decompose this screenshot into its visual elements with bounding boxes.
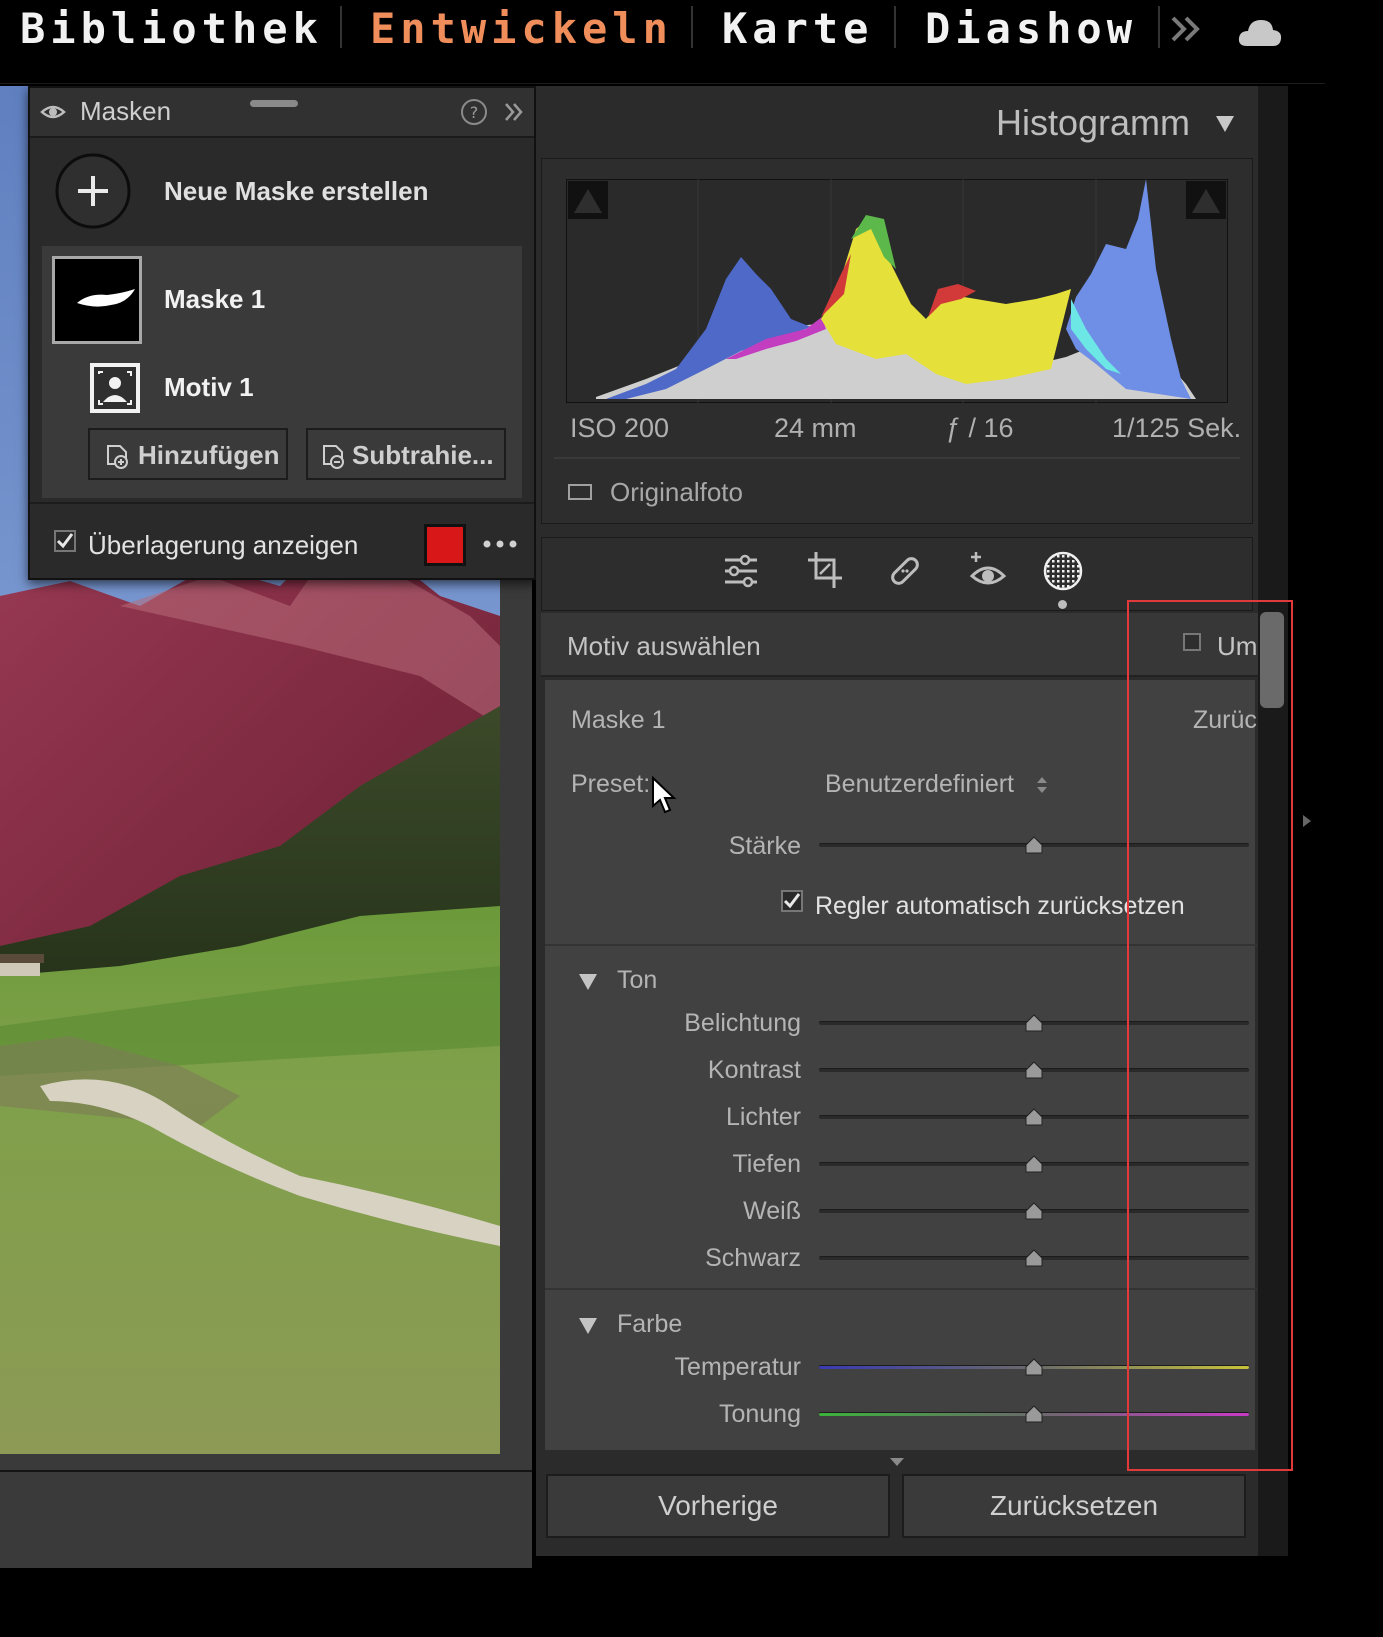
bottom-toolbar (0, 1470, 532, 1568)
collapse-triangle-icon[interactable] (1214, 114, 1236, 134)
mask-preview (77, 289, 135, 307)
exif-aperture: ƒ / 16 (946, 413, 1014, 443)
healing-icon[interactable] (886, 552, 924, 590)
mask-component-name[interactable]: Motiv 1 (164, 372, 254, 403)
color-section-title[interactable]: Farbe (617, 1310, 682, 1339)
temperatur-slider-thumb[interactable] (1025, 1358, 1043, 1376)
svg-text:?: ? (470, 103, 479, 122)
edit-sliders-icon[interactable] (722, 552, 760, 590)
exif-shutter: 1/125 Sek. (1112, 413, 1242, 443)
subtract-region-icon (323, 445, 344, 469)
histogram-title[interactable]: Histogramm (996, 102, 1190, 144)
lichter-slider-thumb[interactable] (1025, 1108, 1043, 1126)
divider (554, 457, 1240, 459)
cloud-icon[interactable] (1237, 14, 1283, 48)
masks-panel-header: Masken ? (30, 88, 534, 138)
collapse-panel-icon[interactable] (504, 102, 524, 122)
masks-panel: Masken ? Neue Maske erstellen Maske 1 Mo… (28, 86, 536, 580)
more-options-icon[interactable] (482, 538, 518, 550)
overlay-label[interactable]: Überlagerung anzeigen (88, 530, 358, 561)
auto-reset-checkbox[interactable] (781, 890, 803, 912)
overlay-checkbox[interactable] (54, 530, 76, 552)
mouse-cursor-icon (652, 776, 677, 814)
highlight-annotation (1127, 600, 1293, 1471)
preset-value[interactable]: Benutzerdefiniert (825, 770, 1014, 799)
select-subject-title: Motiv auswählen (567, 631, 761, 661)
mask-thumbnail[interactable] (52, 256, 142, 344)
lichter-label: Lichter (725, 1103, 801, 1131)
module-separator (894, 6, 896, 48)
belichtung-slider-thumb[interactable] (1025, 1014, 1043, 1032)
overlay-color-swatch[interactable] (424, 524, 466, 566)
module-picker: Bibliothek Entwickeln Karte Diashow (0, 0, 1325, 84)
kontrast-label: Kontrast (707, 1056, 801, 1084)
tiefen-label: Tiefen (732, 1150, 801, 1178)
divider (30, 502, 534, 504)
exif-iso: ISO 200 (570, 413, 670, 443)
add-to-mask-label: Hinzufügen (138, 440, 280, 470)
subtract-from-mask-button[interactable]: Subtrahie... (306, 428, 506, 480)
previous-button[interactable]: Vorherige (546, 1474, 890, 1538)
module-library[interactable]: Bibliothek (20, 4, 323, 53)
masks-panel-title: Masken (80, 96, 172, 126)
module-separator (691, 6, 693, 48)
temperatur-label: Temperatur (674, 1353, 801, 1381)
add-mask-icon[interactable] (54, 152, 132, 230)
module-separator (340, 6, 342, 48)
eye-icon[interactable] (40, 102, 66, 122)
module-develop[interactable]: Entwickeln (370, 4, 673, 53)
wei--slider-thumb[interactable] (1025, 1202, 1043, 1220)
lightroom-window: { "modules": [ {"label": "Bibliothek", "… (0, 0, 1325, 1568)
belichtung-label: Belichtung (684, 1009, 801, 1037)
help-icon[interactable]: ? (460, 98, 488, 126)
tiefen-slider-thumb[interactable] (1025, 1155, 1043, 1173)
mask-name[interactable]: Maske 1 (164, 284, 265, 315)
red-eye-icon[interactable] (968, 550, 1008, 590)
mask-list: Maske 1 Motiv 1 Hinzufügen Subtrahie... (42, 246, 522, 498)
module-slideshow[interactable]: Diashow (925, 4, 1137, 53)
new-mask-label[interactable]: Neue Maske erstellen (164, 176, 428, 207)
tone-collapse-icon[interactable] (577, 972, 599, 992)
reset-button[interactable]: Zurücksetzen (902, 1474, 1246, 1538)
preset-label: Preset: (571, 770, 651, 798)
scroll-down-indicator (890, 1458, 904, 1466)
color-collapse-icon[interactable] (577, 1316, 599, 1336)
kontrast-slider-thumb[interactable] (1025, 1061, 1043, 1079)
histogram[interactable] (566, 179, 1228, 403)
tonung-label: Tonung (718, 1400, 801, 1428)
active-tool-indicator (1058, 600, 1067, 609)
schwarz-label: Schwarz (705, 1244, 801, 1272)
schwarz-slider-thumb[interactable] (1025, 1249, 1043, 1267)
more-modules-icon[interactable] (1170, 14, 1204, 44)
original-photo-label[interactable]: Originalfoto (610, 477, 743, 508)
crop-icon[interactable] (806, 550, 844, 590)
histogram-panel: ISO 200 24 mm ƒ / 16 1/125 Sek. Original… (541, 158, 1253, 524)
original-photo-icon[interactable] (568, 483, 594, 503)
drag-handle[interactable] (250, 100, 298, 107)
masking-icon[interactable] (1042, 550, 1084, 592)
add-region-icon (107, 445, 128, 469)
tone-section-title[interactable]: Ton (617, 966, 657, 995)
module-map[interactable]: Karte (722, 4, 873, 53)
expand-right-icon[interactable] (1300, 812, 1314, 830)
tonung-slider-thumb[interactable] (1025, 1405, 1043, 1423)
module-separator (1158, 6, 1160, 48)
add-to-mask-button[interactable]: Hinzufügen (88, 428, 288, 480)
select-arrows-icon (1037, 777, 1047, 793)
subject-icon[interactable] (89, 362, 141, 414)
exif-focal-length: 24 mm (774, 413, 857, 443)
wei--label: Weiß (743, 1197, 801, 1225)
strength-slider-thumb[interactable] (1025, 836, 1043, 854)
mask-settings-name: Maske 1 (571, 706, 666, 734)
strength-label: Stärke (728, 832, 801, 860)
subtract-from-mask-label: Subtrahie... (352, 440, 494, 470)
